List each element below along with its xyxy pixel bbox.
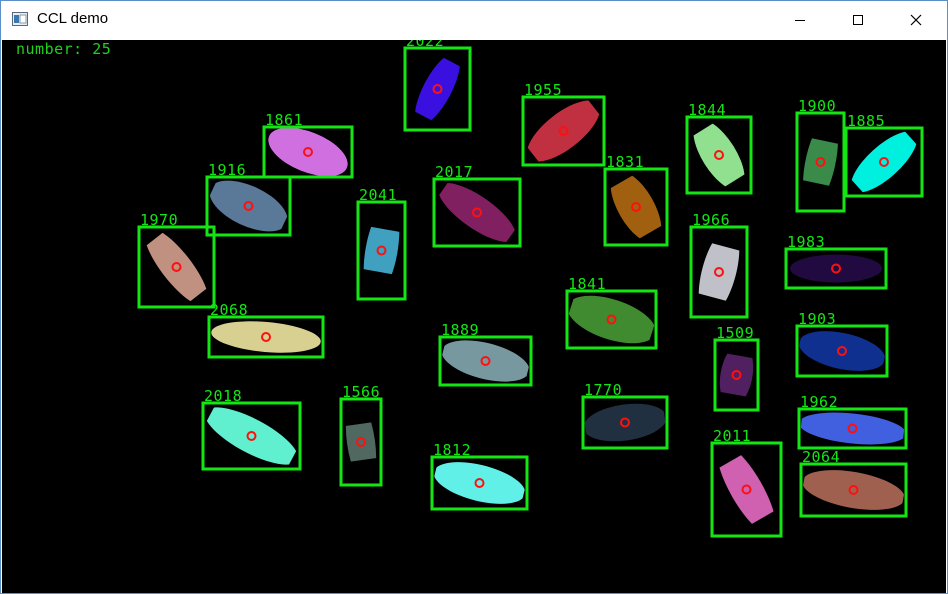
component-blob <box>790 254 882 283</box>
close-icon <box>910 14 922 26</box>
component-label: 2041 <box>359 186 397 204</box>
component-label: 1812 <box>433 441 471 459</box>
component-1841: 1841 <box>565 275 658 350</box>
maximize-icon <box>853 15 863 25</box>
component-1970: 1970 <box>137 211 216 309</box>
component-blob <box>802 470 905 510</box>
component-2011: 2011 <box>710 427 783 538</box>
component-blob <box>363 221 400 280</box>
component-blob <box>802 131 839 193</box>
component-1812: 1812 <box>430 441 529 511</box>
component-1885: 1885 <box>844 112 924 198</box>
component-1770: 1770 <box>581 381 669 450</box>
component-blob <box>209 180 288 232</box>
image-canvas: 2022 1955 1861 1844 1900 1885 1916 2017 1831 2041… <box>2 40 946 593</box>
components-layer: 2022 1955 1861 1844 1900 1885 1916 2017 1831 2041… <box>137 40 924 538</box>
component-label: 1966 <box>692 211 730 229</box>
component-2068: 2068 <box>207 301 325 359</box>
component-label: 1831 <box>606 153 644 171</box>
component-label: 1770 <box>584 381 622 399</box>
app-icon <box>12 12 28 26</box>
close-button[interactable] <box>893 1 939 39</box>
component-blob <box>567 295 656 344</box>
component-blob <box>441 340 530 382</box>
component-2022: 2022 <box>403 40 472 132</box>
component-label: 1955 <box>524 81 562 99</box>
component-1966: 1966 <box>689 211 749 319</box>
window-title: CCL demo <box>37 10 109 27</box>
component-label: 2011 <box>713 427 751 445</box>
component-blob <box>204 407 299 465</box>
component-count: number: 25 <box>16 40 112 58</box>
component-label: 2017 <box>435 163 473 181</box>
title-bar[interactable]: CCL demo <box>1 1 947 39</box>
component-blob <box>851 131 917 193</box>
component-1844: 1844 <box>685 101 753 195</box>
component-blob <box>719 350 754 400</box>
minimize-button[interactable] <box>777 1 823 39</box>
component-blob <box>610 171 662 243</box>
component-2041: 2041 <box>356 186 407 301</box>
component-label: 1889 <box>441 321 479 339</box>
component-blob <box>717 443 776 536</box>
component-1903: 1903 <box>795 310 889 378</box>
component-label: 2064 <box>802 448 840 466</box>
component-label: 2068 <box>210 301 248 319</box>
component-label: 2018 <box>204 387 242 405</box>
component-2064: 2064 <box>799 448 908 518</box>
component-label: 1903 <box>798 310 836 328</box>
component-label: 1841 <box>568 275 606 293</box>
component-1916: 1916 <box>205 161 292 237</box>
component-blob <box>345 418 377 466</box>
component-label: 1970 <box>140 211 178 229</box>
component-label: 1509 <box>716 324 754 342</box>
component-label: 1983 <box>787 233 825 251</box>
component-2018: 2018 <box>201 387 302 471</box>
minimize-icon <box>795 20 805 21</box>
maximize-button[interactable] <box>835 1 881 39</box>
component-1983: 1983 <box>784 233 888 290</box>
component-1962: 1962 <box>797 393 908 450</box>
component-1889: 1889 <box>438 321 533 387</box>
app-window: CCL demo 2022 1955 1861 1844 1900 1885 1916 201… <box>0 0 948 594</box>
component-label: 1900 <box>798 97 836 115</box>
component-blob <box>798 331 886 371</box>
component-blob <box>433 462 526 504</box>
component-label: 1885 <box>847 112 885 130</box>
component-blob <box>799 412 906 445</box>
component-blob <box>693 119 745 191</box>
component-1861: 1861 <box>262 111 354 179</box>
component-label: 1844 <box>688 101 726 119</box>
component-blob <box>527 100 600 162</box>
component-blob <box>144 228 209 306</box>
component-1509: 1509 <box>713 324 760 412</box>
component-blob <box>211 321 321 353</box>
component-blob <box>438 183 516 242</box>
component-blob <box>415 53 460 125</box>
component-blob <box>583 403 667 442</box>
component-label: 2022 <box>406 40 444 50</box>
component-1900: 1900 <box>795 97 846 213</box>
component-2017: 2017 <box>432 163 522 248</box>
component-1566: 1566 <box>339 383 383 487</box>
component-label: 1861 <box>265 111 303 129</box>
component-1955: 1955 <box>521 81 606 167</box>
component-label: 1962 <box>800 393 838 411</box>
component-label: 1566 <box>342 383 380 401</box>
component-blob <box>698 235 740 309</box>
component-1831: 1831 <box>603 153 669 247</box>
component-label: 1916 <box>208 161 246 179</box>
